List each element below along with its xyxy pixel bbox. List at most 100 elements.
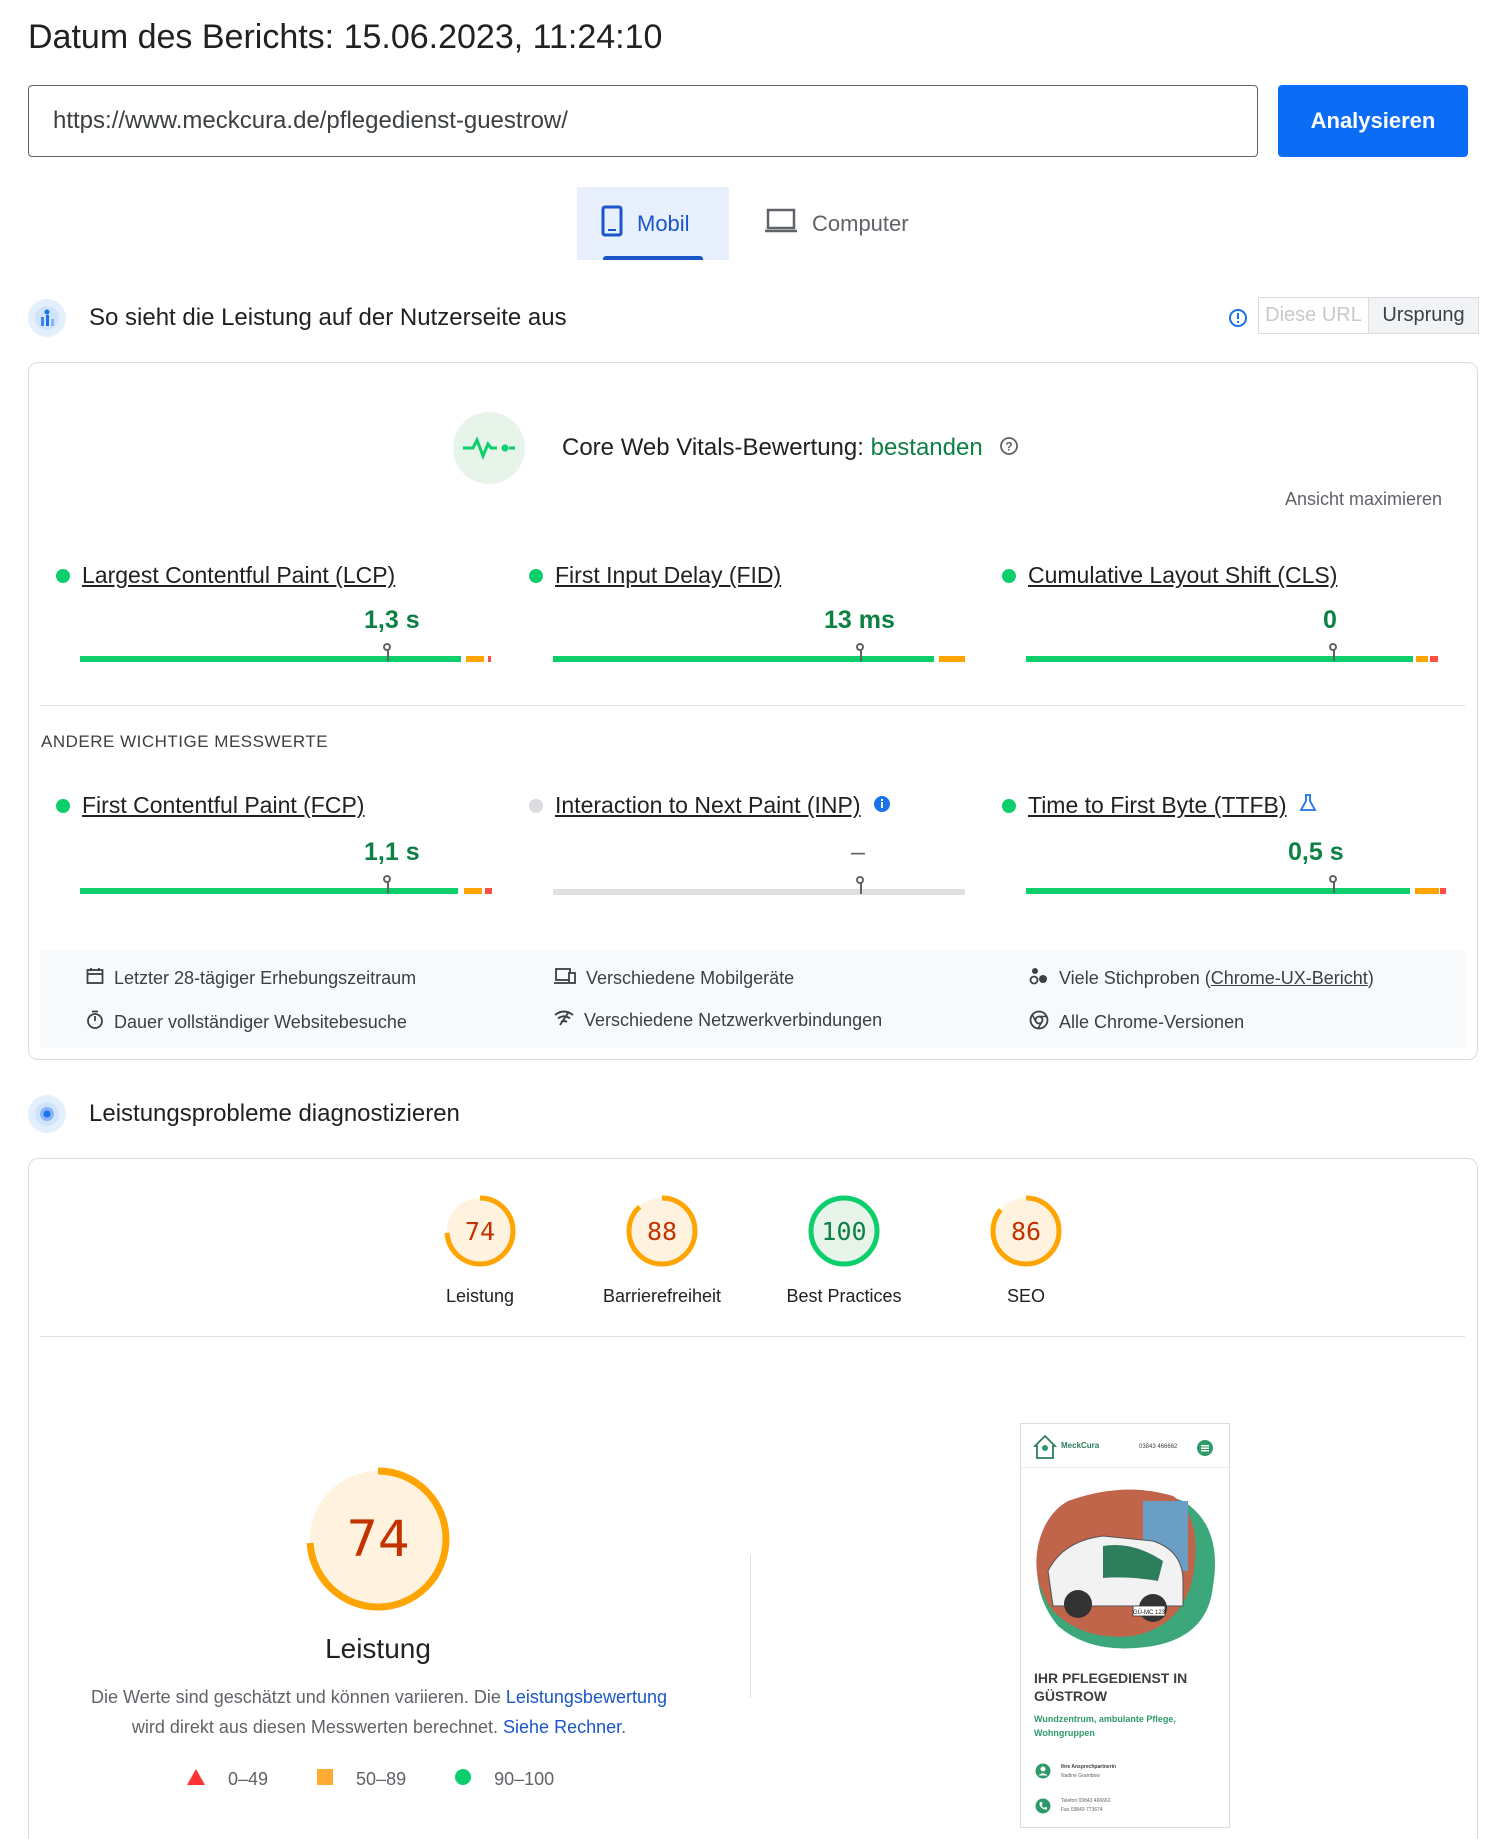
info-period-text: Letzter 28-tägiger Erhebungszeitraum <box>114 968 417 988</box>
info-devices: Verschiedene Mobilgeräte <box>554 967 794 990</box>
cwv-status: bestanden <box>870 434 983 461</box>
vertical-divider <box>750 1555 751 1698</box>
tab-desktop[interactable]: Computer <box>740 187 930 260</box>
metric-value: 0,5 s <box>1288 838 1344 866</box>
metric-link[interactable]: Largest Contentful Paint (LCP) <box>82 562 395 589</box>
crux-report-link[interactable]: Chrome-UX-Bericht <box>1211 968 1368 988</box>
toggle-origin[interactable]: Ursprung <box>1369 298 1478 333</box>
info-icon[interactable] <box>873 792 891 819</box>
info-devices-text: Verschiedene Mobilgeräte <box>586 968 795 988</box>
info-duration-text: Dauer vollständiger Websitebesuche <box>114 1012 407 1032</box>
thumb-header: MeckCura 03843 466662 <box>1021 1424 1229 1468</box>
score-gauge: 74 <box>443 1194 517 1268</box>
contact-title: Ihre Ansprechpartnerin <box>1061 1764 1117 1770</box>
thumb-phone: 03843 466662 <box>1139 1444 1178 1450</box>
maximize-view-button[interactable]: Ansicht maximieren <box>1285 489 1442 510</box>
metric-value: 1,3 s <box>364 606 420 634</box>
toggle-this-url[interactable]: Diese URL <box>1259 298 1369 333</box>
distribution-bar <box>1026 875 1446 894</box>
score-performance[interactable]: 74 Leistung <box>380 1194 580 1307</box>
percentile-marker <box>1329 643 1337 661</box>
report-date: Datum des Berichts: 15.06.2023, 11:24:10 <box>28 18 663 56</box>
menu-icon <box>1196 1439 1214 1462</box>
distribution-bar <box>80 875 492 894</box>
score-label: Best Practices <box>786 1286 902 1306</box>
info-period: Letzter 28-tägiger Erhebungszeitraum <box>86 967 416 990</box>
laptop-icon <box>764 208 798 240</box>
url-origin-toggle[interactable]: Diese URL Ursprung <box>1258 297 1479 334</box>
square-icon <box>316 1768 334 1791</box>
experimental-flask-icon <box>1299 792 1317 819</box>
devices-icon <box>554 967 576 990</box>
tab-desktop-label: Computer <box>812 210 909 236</box>
metric-link[interactable]: First Contentful Paint (FCP) <box>82 792 364 819</box>
metric-value: 0 <box>1323 606 1337 634</box>
metric-link[interactable]: Time to First Byte (TTFB) <box>1028 792 1287 819</box>
help-icon[interactable]: ? <box>999 435 1019 463</box>
score-accessibility[interactable]: 88 Barrierefreiheit <box>562 1194 762 1307</box>
tab-mobile-label: Mobil <box>637 210 690 236</box>
stopwatch-icon <box>86 1010 104 1035</box>
status-dot <box>1002 798 1016 813</box>
cwv-label: Core Web Vitals-Bewertung: <box>562 434 864 461</box>
thumb-subline: Wundzentrum, ambulante Pflege, Wohngrupp… <box>1034 1714 1176 1738</box>
score-gauge: 86 <box>989 1194 1063 1268</box>
field-data-icon <box>28 299 66 337</box>
percentile-marker <box>1329 875 1337 893</box>
info-icon[interactable] <box>1228 308 1248 333</box>
metric-ttfb: Time to First Byte (TTFB) 0,5 s <box>1002 792 1446 894</box>
score-label: Barrierefreiheit <box>602 1286 722 1306</box>
info-samples-suffix: ) <box>1367 968 1374 988</box>
calendar-icon <box>86 967 104 990</box>
contact-tel: Telefon 03843 466662 <box>1061 1798 1111 1804</box>
tab-active-indicator <box>603 256 703 260</box>
metric-cls: Cumulative Layout Shift (CLS) 0 <box>1002 562 1438 662</box>
percentile-marker <box>856 643 864 661</box>
phone-icon <box>1035 1798 1051 1814</box>
status-dot <box>529 798 543 813</box>
score-best-practices[interactable]: 100 Best Practices <box>744 1194 944 1307</box>
other-metrics-heading: ANDERE WICHTIGE MESSWERTE <box>41 732 329 751</box>
score-legend: 0–49 50–89 90–100 <box>186 1768 602 1791</box>
data-info-panel: Letzter 28-tägiger Erhebungszeitraum Dau… <box>40 950 1465 1048</box>
metric-link[interactable]: First Input Delay (FID) <box>555 562 781 589</box>
legend-pass: 90–100 <box>454 1768 554 1791</box>
score-seo[interactable]: 86 SEO <box>926 1194 1126 1307</box>
hero-image: GÜ-MC 123 <box>1033 1486 1221 1656</box>
page-screenshot: MeckCura 03843 466662 GÜ-MC 123 IHR PFLE… <box>1020 1423 1230 1828</box>
metric-link[interactable]: Interaction to Next Paint (INP) <box>555 792 861 819</box>
metric-lcp: Largest Contentful Paint (LCP) 1,3 s <box>56 562 491 662</box>
score-label: SEO <box>1006 1286 1045 1306</box>
divider <box>40 1336 1465 1337</box>
contact-fax: Fax 03843 773674 <box>1061 1807 1103 1813</box>
score-value: 88 <box>646 1216 678 1246</box>
legend-range: 0–49 <box>228 1769 269 1789</box>
svg-text:?: ? <box>1006 439 1013 453</box>
calculator-link[interactable]: Siehe Rechner <box>503 1717 621 1737</box>
metric-value: – <box>851 838 865 866</box>
wifi-icon <box>554 1010 574 1031</box>
distribution-bar <box>1026 643 1438 662</box>
metric-value: 1,1 s <box>364 838 420 866</box>
metric-link[interactable]: Cumulative Layout Shift (CLS) <box>1028 562 1337 589</box>
performance-score: 74 <box>346 1510 410 1568</box>
triangle-icon <box>186 1768 206 1791</box>
percentile-marker <box>856 876 864 894</box>
distribution-bar <box>553 876 965 895</box>
performance-scoring-link[interactable]: Leistungsbewertung <box>506 1687 667 1707</box>
score-label: Leistung <box>445 1286 515 1306</box>
thumb-phone-block: Telefon 03843 466662 Fax 03843 773674 <box>1033 1794 1203 1818</box>
distribution-bar <box>553 643 965 662</box>
tab-mobile[interactable]: Mobil <box>577 187 729 260</box>
diagnose-section-title: Leistungsprobleme diagnostizieren <box>89 1100 460 1127</box>
thumb-contact: Ihre Ansprechpartnerin Nadine Grambow <box>1033 1760 1203 1782</box>
legend-range: 50–89 <box>356 1769 407 1789</box>
metric-inp: Interaction to Next Paint (INP) – <box>529 792 965 895</box>
url-input[interactable] <box>28 85 1258 157</box>
field-section-title: So sieht die Leistung auf der Nutzerseit… <box>89 304 567 331</box>
score-gauge: 100 <box>807 1194 881 1268</box>
status-dot <box>56 568 70 583</box>
analyze-button[interactable]: Analysieren <box>1278 85 1468 157</box>
metric-fcp: First Contentful Paint (FCP) 1,1 s <box>56 792 492 894</box>
info-network-text: Verschiedene Netzwerkverbindungen <box>584 1010 883 1030</box>
